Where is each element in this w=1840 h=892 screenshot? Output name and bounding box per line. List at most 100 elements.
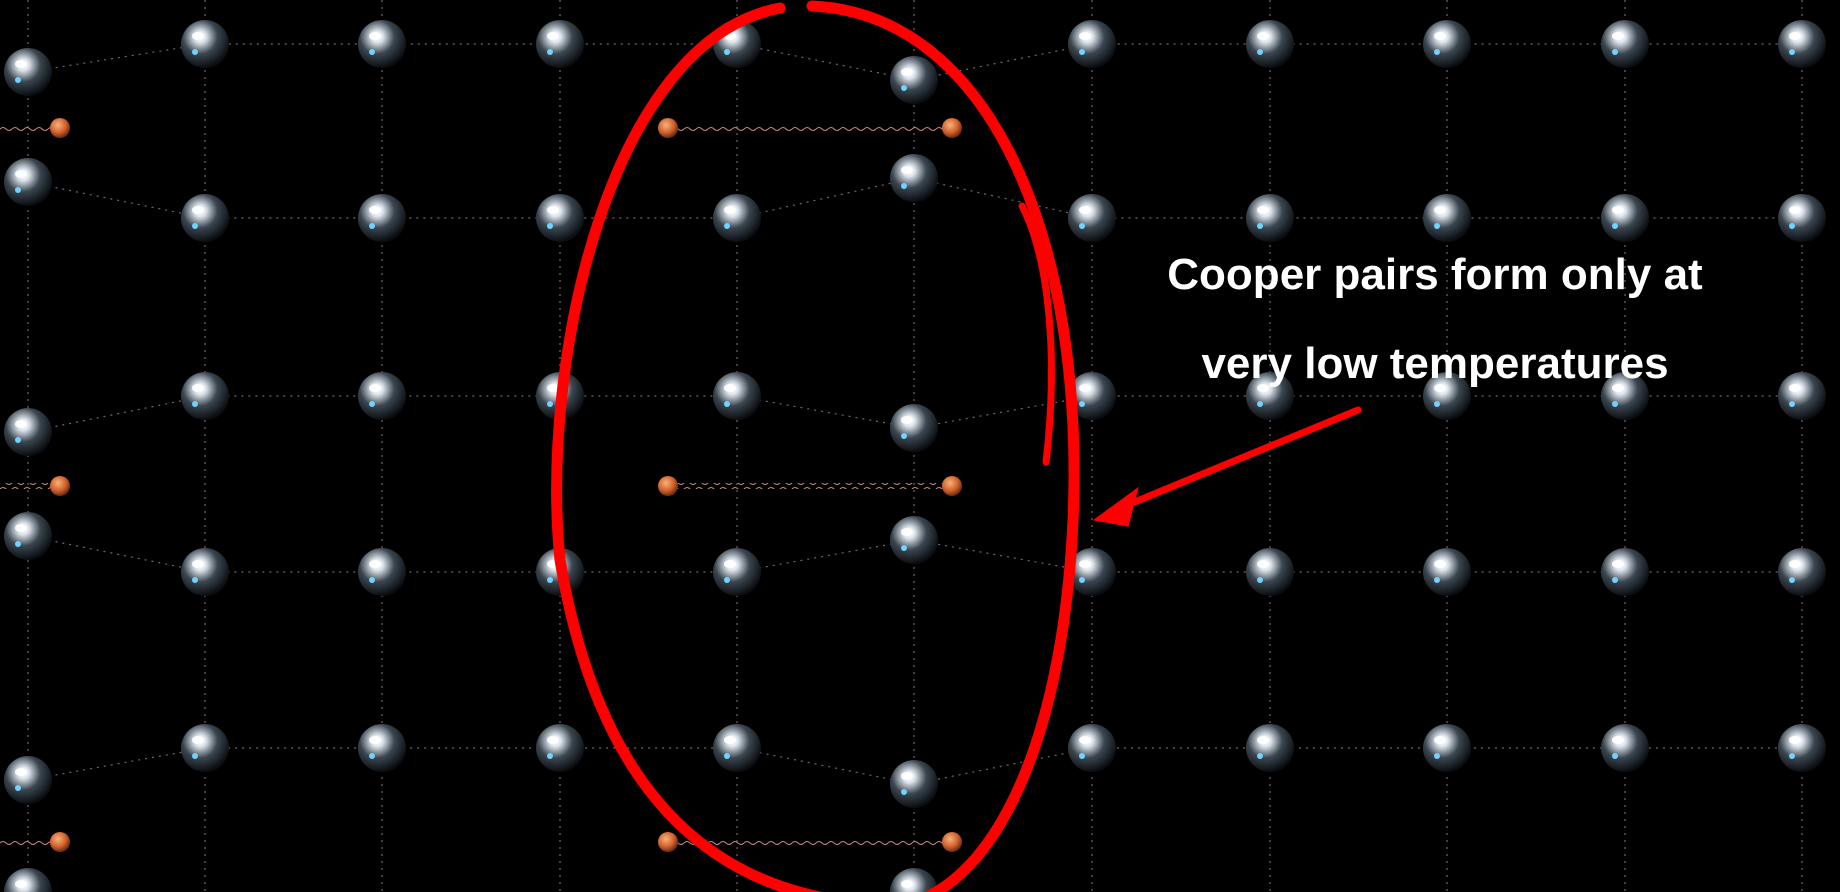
ion-highlight: [1079, 32, 1091, 40]
ion-glint: [15, 785, 21, 791]
ion: [536, 20, 584, 68]
ion: [890, 154, 938, 202]
ion-highlight: [1434, 736, 1446, 744]
ion-glint: [369, 401, 375, 407]
ion-highlight: [1612, 206, 1624, 214]
ion: [1778, 724, 1826, 772]
ion-highlight: [369, 206, 381, 214]
ion-glint: [15, 437, 21, 443]
ion-highlight: [369, 32, 381, 40]
ion-glint: [1789, 401, 1795, 407]
ion: [358, 20, 406, 68]
caption-line-2: very low temperatures: [1201, 339, 1669, 388]
ion: [1068, 20, 1116, 68]
ion-glint: [1257, 223, 1263, 229]
ion-highlight: [547, 206, 559, 214]
ion-highlight: [724, 560, 736, 568]
ion-glint: [369, 49, 375, 55]
ion-highlight: [369, 736, 381, 744]
ion-highlight: [1789, 736, 1801, 744]
ion: [1246, 194, 1294, 242]
ion: [181, 20, 229, 68]
ion-glint: [1789, 49, 1795, 55]
ion-glint: [1079, 401, 1085, 407]
ion-highlight: [15, 60, 27, 68]
ion: [1246, 20, 1294, 68]
ion: [1423, 194, 1471, 242]
ion-glint: [1257, 49, 1263, 55]
ion-highlight: [369, 384, 381, 392]
ion-glint: [192, 577, 198, 583]
ion: [713, 194, 761, 242]
ion-glint: [15, 187, 21, 193]
ion: [358, 372, 406, 420]
ion: [358, 194, 406, 242]
ion-highlight: [15, 768, 27, 776]
ion-glint: [724, 401, 730, 407]
ion-highlight: [901, 166, 913, 174]
ion: [1601, 724, 1649, 772]
ion-glint: [1079, 49, 1085, 55]
ion-highlight: [1434, 32, 1446, 40]
ion: [4, 408, 52, 456]
ion: [890, 56, 938, 104]
ion-glint: [724, 223, 730, 229]
ion-highlight: [1612, 560, 1624, 568]
ion-highlight: [192, 384, 204, 392]
ion: [890, 516, 938, 564]
ion-glint: [901, 183, 907, 189]
ion: [890, 404, 938, 452]
ion: [181, 724, 229, 772]
lattice-scene: [0, 0, 1826, 892]
ion: [1246, 724, 1294, 772]
ion: [1778, 194, 1826, 242]
ion-glint: [1789, 223, 1795, 229]
pointer-arrow: [1092, 406, 1362, 527]
ion-glint: [547, 223, 553, 229]
ion-glint: [192, 223, 198, 229]
ion-highlight: [724, 736, 736, 744]
ion-glint: [724, 49, 730, 55]
ion-highlight: [901, 68, 913, 76]
ion: [536, 724, 584, 772]
ion: [1068, 724, 1116, 772]
ion-highlight: [369, 560, 381, 568]
ion-glint: [192, 49, 198, 55]
ion-highlight: [1079, 384, 1091, 392]
ion-glint: [1079, 577, 1085, 583]
ion-highlight: [192, 32, 204, 40]
ion-glint: [1434, 223, 1440, 229]
ion: [358, 548, 406, 596]
ion: [1423, 724, 1471, 772]
ion: [181, 372, 229, 420]
ion-highlight: [547, 32, 559, 40]
ion: [1068, 194, 1116, 242]
ion-glint: [1612, 401, 1618, 407]
ion: [181, 194, 229, 242]
ion-highlight: [901, 772, 913, 780]
ion-glint: [1612, 753, 1618, 759]
phonon-link: [668, 125, 952, 131]
ion-glint: [1434, 577, 1440, 583]
ion-glint: [1257, 577, 1263, 583]
ion-highlight: [1789, 32, 1801, 40]
electron: [50, 476, 70, 496]
ion-highlight: [547, 736, 559, 744]
ion-highlight: [15, 880, 27, 888]
ion-glint: [1079, 753, 1085, 759]
ion: [536, 194, 584, 242]
ion-glint: [547, 577, 553, 583]
ion-highlight: [1434, 206, 1446, 214]
ion-glint: [901, 789, 907, 795]
ion: [4, 48, 52, 96]
ion-glint: [547, 753, 553, 759]
ion: [4, 756, 52, 804]
electron: [658, 476, 678, 496]
ion-highlight: [1079, 206, 1091, 214]
phonon-link: [0, 483, 56, 489]
ion-highlight: [1789, 384, 1801, 392]
electron: [50, 832, 70, 852]
ion-highlight: [192, 206, 204, 214]
electron: [942, 118, 962, 138]
ion: [1778, 548, 1826, 596]
